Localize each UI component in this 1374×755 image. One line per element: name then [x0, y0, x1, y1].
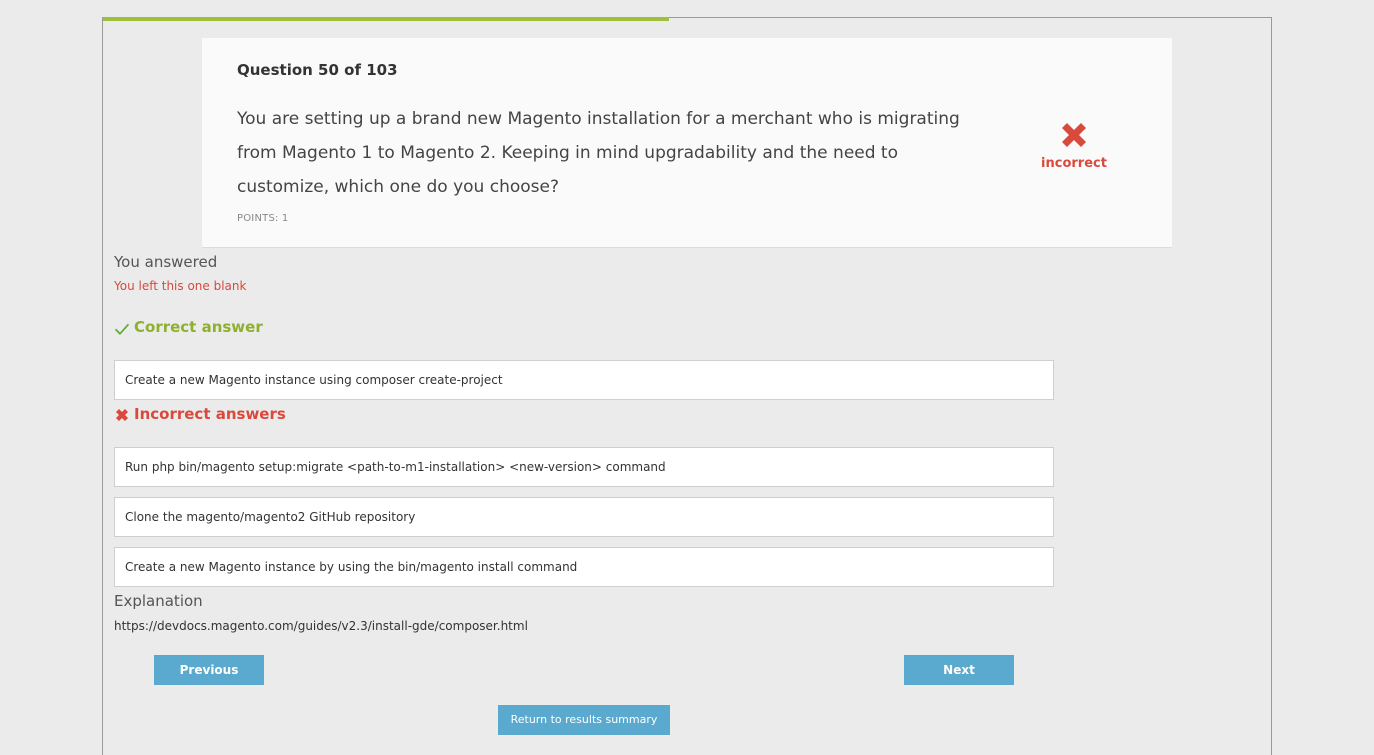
question-text: You are setting up a brand new Magento i… [237, 109, 960, 197]
blank-answer-message: You left this one blank [114, 279, 247, 293]
explanation-label: Explanation [114, 592, 203, 610]
status-label: incorrect [1041, 156, 1107, 171]
next-button[interactable]: Next [904, 655, 1014, 685]
incorrect-answer-item: Clone the magento/magento2 GitHub reposi… [114, 497, 1054, 537]
question-card: Question 50 of 103 You are setting up a … [202, 38, 1172, 248]
incorrect-answer-item: Create a new Magento instance by using t… [114, 547, 1054, 587]
return-to-summary-button[interactable]: Return to results summary [498, 705, 670, 735]
correct-answer-heading-label: Correct answer [134, 318, 263, 336]
red-x-icon [1062, 123, 1086, 147]
incorrect-answer-item: Run php bin/magento setup:migrate <path-… [114, 447, 1054, 487]
question-number: Question 50 of 103 [237, 61, 398, 79]
checkmark-icon [114, 320, 130, 336]
red-x-icon [114, 407, 130, 423]
correct-answer-item: Create a new Magento instance using comp… [114, 360, 1054, 400]
incorrect-answers-heading-label: Incorrect answers [134, 405, 286, 423]
incorrect-answers-heading: Incorrect answers [114, 405, 286, 423]
previous-button[interactable]: Previous [154, 655, 264, 685]
explanation-text: https://devdocs.magento.com/guides/v2.3/… [114, 619, 528, 633]
correct-answer-heading: Correct answer [114, 318, 263, 336]
result-status: incorrect [1032, 118, 1116, 171]
question-points: POINTS: 1 [237, 213, 289, 224]
you-answered-label: You answered [114, 253, 218, 271]
progress-bar [103, 17, 670, 21]
